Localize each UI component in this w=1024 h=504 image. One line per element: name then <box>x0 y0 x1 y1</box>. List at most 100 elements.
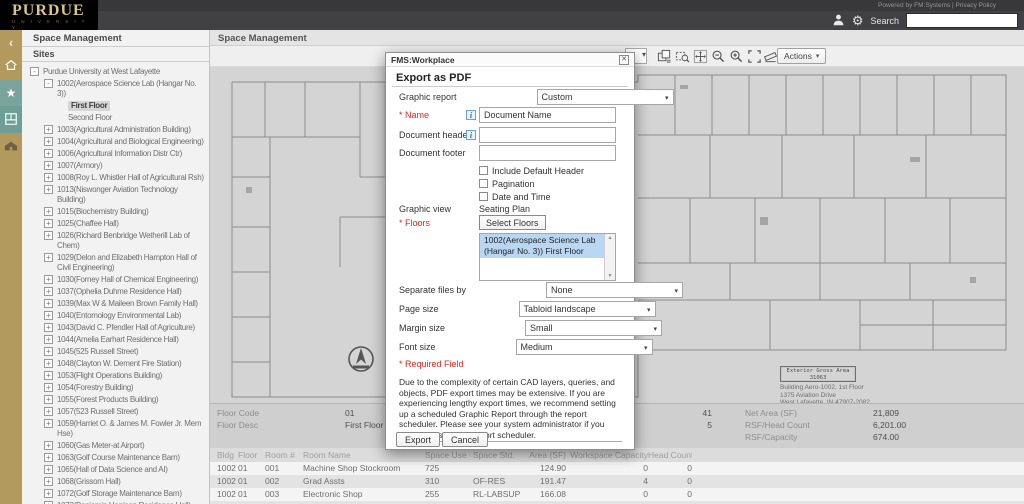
tree-item-building[interactable]: +1043(David C. Pfendler Hall of Agricult… <box>22 322 209 334</box>
actions-button[interactable]: Actions ▾ <box>777 48 827 64</box>
export-button[interactable]: Export <box>396 432 441 447</box>
expand-icon[interactable]: + <box>44 299 53 308</box>
table-row[interactable]: 1002 01 003 Electronic Shop 255 RL-LABSUP 166.… <box>210 488 1024 501</box>
expand-icon[interactable]: + <box>44 173 53 182</box>
tree-item-building[interactable]: +1025(Chaffee Hall) <box>22 218 209 230</box>
search-box[interactable] <box>906 13 1024 28</box>
tree-item-building[interactable]: +1040(Entomology Environmental Lab) <box>22 310 209 322</box>
zoom-extents-button[interactable] <box>746 48 763 65</box>
expand-icon[interactable]: + <box>44 407 53 416</box>
name-input[interactable] <box>479 107 616 123</box>
tree-item-floor-second[interactable]: Second Floor <box>22 112 209 124</box>
column-header[interactable]: Area (SF) <box>521 448 566 462</box>
user-icon[interactable] <box>832 13 845 28</box>
chevron-down-icon[interactable]: ▾ <box>642 50 646 59</box>
column-header[interactable]: Room Name <box>303 448 425 462</box>
expand-icon[interactable]: + <box>44 253 53 262</box>
table-row[interactable]: 1002 01 001 Machine Shop Stockroom 725 124.90… <box>210 462 1024 475</box>
expand-icon[interactable]: + <box>44 371 53 380</box>
favorites-nav-button[interactable]: ★ <box>0 80 22 106</box>
tree-item-building[interactable]: +1004(Agricultural and Biological Engine… <box>22 136 209 148</box>
expand-icon[interactable]: + <box>44 161 53 170</box>
expand-icon[interactable]: + <box>44 359 53 368</box>
tree-item-building[interactable]: +1013(Niswonger Aviation Technology Buil… <box>22 184 209 206</box>
pan-button[interactable] <box>692 48 709 65</box>
expand-icon[interactable]: + <box>44 287 53 296</box>
tree-item-building[interactable]: +1054(Forestry Building) <box>22 382 209 394</box>
expand-icon[interactable]: + <box>44 489 53 498</box>
scroll-up-icon[interactable]: ▲ <box>608 235 613 241</box>
tree-item-building[interactable]: +1053(Flight Operations Building) <box>22 370 209 382</box>
expand-icon[interactable]: + <box>44 149 53 158</box>
select-floors-button[interactable]: Select Floors <box>479 215 546 230</box>
collapse-icon[interactable]: - <box>44 79 53 88</box>
tree-item-building[interactable]: +1055(Forest Products Building) <box>22 394 209 406</box>
zoom-window-button[interactable] <box>674 48 691 65</box>
expand-icon[interactable]: + <box>44 185 53 194</box>
column-header[interactable]: Head Count <box>648 448 692 462</box>
tree-item-building[interactable]: +1065(Hall of Data Science and AI) <box>22 464 209 476</box>
expand-icon[interactable]: + <box>44 311 53 320</box>
tree-item-building[interactable]: +1030(Forney Hall of Chemical Engineerin… <box>22 274 209 286</box>
tree-item-building[interactable]: +1015(Biochemistry Building) <box>22 206 209 218</box>
tree-item-building[interactable]: +1039(Max W & Maileen Brown Family Hall) <box>22 298 209 310</box>
column-header[interactable]: Space Use <box>425 448 473 462</box>
tree-item-building[interactable]: +1003(Agricultural Administration Buildi… <box>22 124 209 136</box>
space-management-nav-button[interactable] <box>0 106 22 133</box>
column-header[interactable]: Workspace Capacity <box>566 448 648 462</box>
expand-icon[interactable]: + <box>44 125 53 134</box>
cancel-button[interactable]: Cancel <box>442 432 489 447</box>
tree-item-building[interactable]: +1063(Golf Course Maintenance Barn) <box>22 452 209 464</box>
expand-icon[interactable]: + <box>44 419 53 428</box>
expand-icon[interactable]: + <box>44 323 53 332</box>
table-row[interactable]: 1002 01 002 Grad Assts 310 OF-RES 191.47 4 0 <box>210 475 1024 488</box>
tree-item-building[interactable]: +1045(525 Russell Street) <box>22 346 209 358</box>
info-icon[interactable]: i <box>466 130 476 140</box>
zoom-in-button[interactable] <box>728 48 745 65</box>
document-footer-input[interactable] <box>479 145 616 161</box>
gear-icon[interactable]: ⚙ <box>852 14 864 27</box>
expand-icon[interactable]: + <box>44 453 53 462</box>
zoom-out-button[interactable] <box>710 48 727 65</box>
expand-icon[interactable]: + <box>44 335 53 344</box>
column-header[interactable]: Bldg <box>217 448 238 462</box>
tree-item-building[interactable]: +1073(Benjamin Harrison Residence Hall) <box>22 500 209 504</box>
column-header[interactable]: Floor <box>238 448 265 462</box>
tree-item-building[interactable]: +1057(523 Russell Street) <box>22 406 209 418</box>
tree-item-building[interactable]: +1044(Amelia Earhart Residence Hall) <box>22 334 209 346</box>
dialog-titlebar[interactable]: FMS:Workplace ✕ <box>386 53 634 67</box>
graphic-report-select[interactable]: Custom ▾ <box>536 89 674 105</box>
tree-item-building[interactable]: +1029(Delon and Elizabeth Hampton Hall o… <box>22 252 209 274</box>
report-legend-button[interactable] <box>656 48 673 65</box>
tree-item-building[interactable]: +1026(Richard Benbridge Wetherill Lab of… <box>22 230 209 252</box>
margin-size-select[interactable]: Small ▾ <box>525 320 663 336</box>
tree-item-building[interactable]: +1007(Armory) <box>22 160 209 172</box>
tree-item-building[interactable]: +1037(Ophelia Duhme Residence Hall) <box>22 286 209 298</box>
column-header[interactable]: Room # <box>265 448 303 462</box>
selected-floor-option[interactable]: 1002(Aerospace Science Lab (Hangar No. 3… <box>480 234 604 258</box>
page-size-select[interactable]: Tabloid landscape ▾ <box>518 301 656 317</box>
expand-icon[interactable]: + <box>44 383 53 392</box>
font-size-select[interactable]: Medium ▾ <box>515 339 653 355</box>
tree-item-building[interactable]: +1048(Clayton W. Dement Fire Station) <box>22 358 209 370</box>
collapse-icon[interactable]: - <box>30 67 39 76</box>
expand-icon[interactable]: + <box>44 477 53 486</box>
tree-item-building[interactable]: +1059(Harriet O. & James M. Fowler Jr. M… <box>22 418 209 440</box>
separate-files-select[interactable]: None ▾ <box>546 282 684 298</box>
collapse-sidebar-button[interactable]: ‹ <box>0 34 22 52</box>
document-header-input[interactable] <box>479 127 616 143</box>
campus-nav-button[interactable] <box>0 134 22 160</box>
expand-icon[interactable]: + <box>44 347 53 356</box>
tree-item-building[interactable]: +1068(Grissom Hall) <box>22 476 209 488</box>
checkbox[interactable] <box>479 166 488 175</box>
expand-icon[interactable]: + <box>44 465 53 474</box>
search-input[interactable] <box>907 14 1024 27</box>
tree-item-building[interactable]: +1072(Golf Storage Maintenance Barn) <box>22 488 209 500</box>
checkbox[interactable] <box>479 179 488 188</box>
checkbox[interactable] <box>479 192 488 201</box>
column-header[interactable]: Space Std. <box>473 448 521 462</box>
scroll-down-icon[interactable]: ▼ <box>608 273 613 279</box>
listbox-scrollbar[interactable]: ▲ ▼ <box>604 234 615 280</box>
expand-icon[interactable]: + <box>44 219 53 228</box>
expand-icon[interactable]: + <box>44 441 53 450</box>
